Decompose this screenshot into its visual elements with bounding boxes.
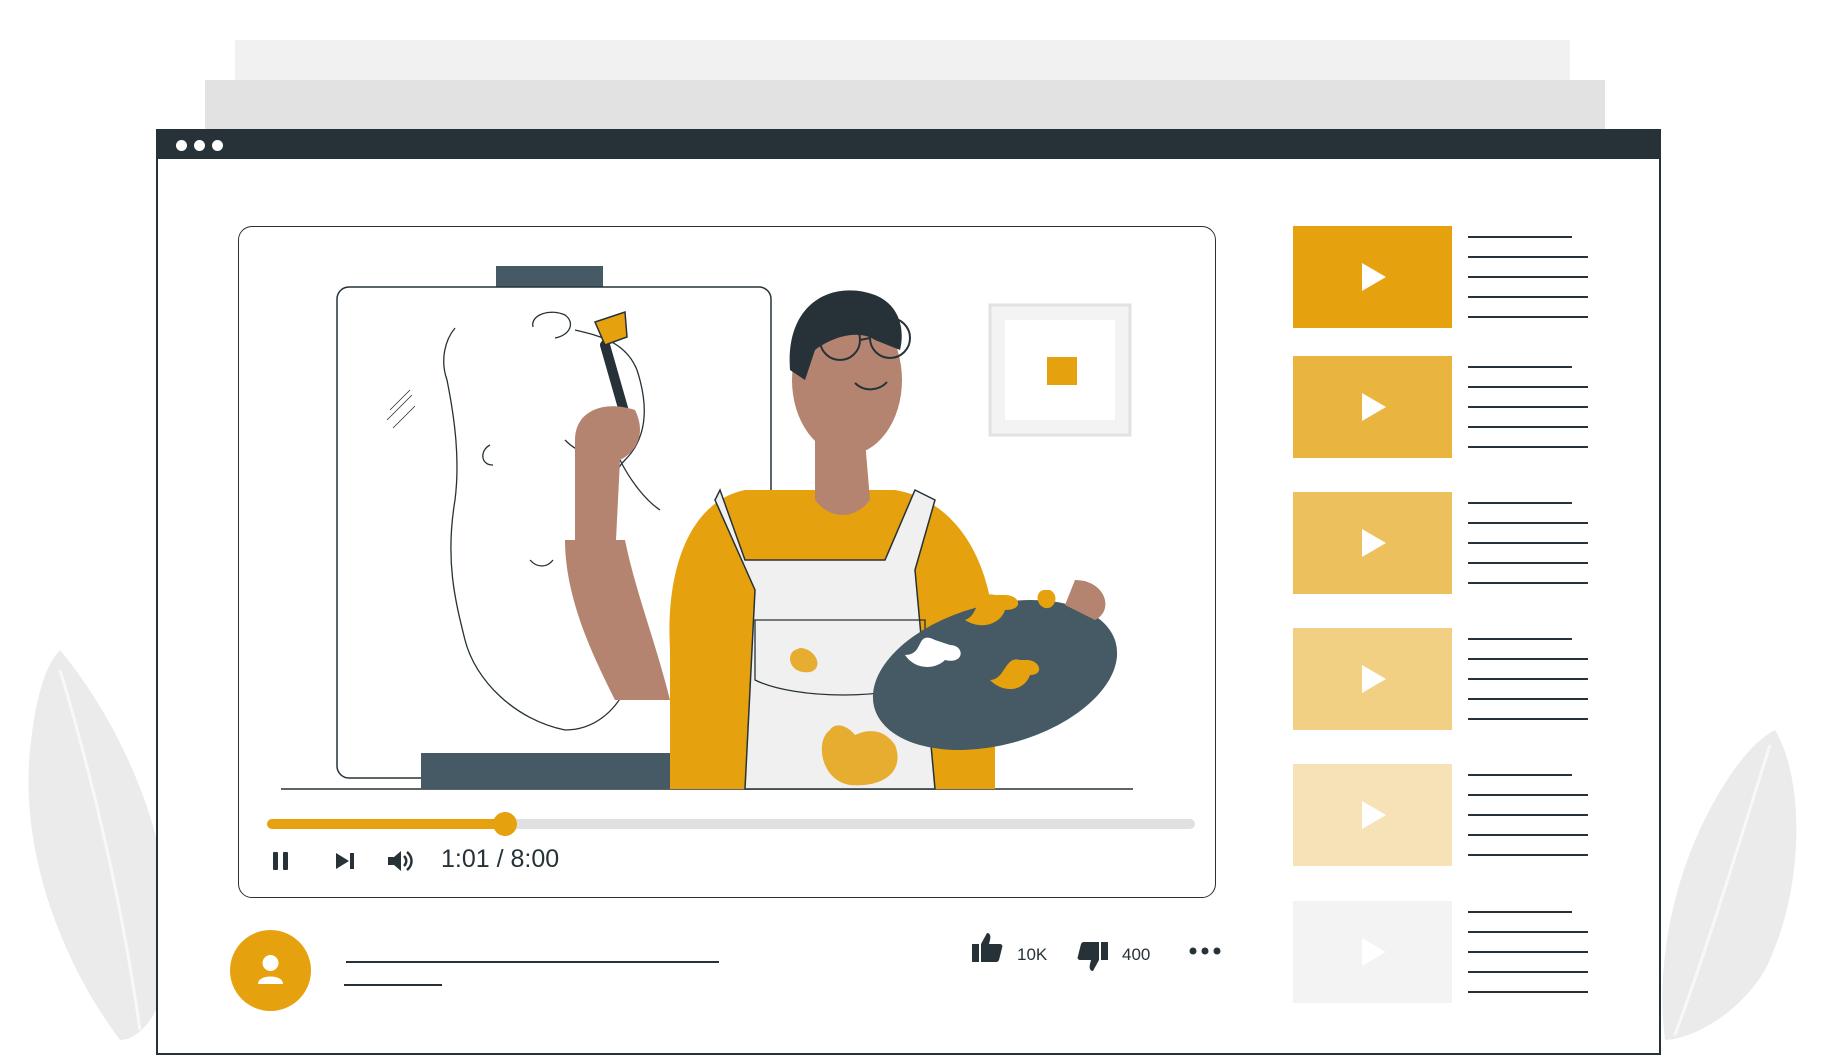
- thumbs-down-icon[interactable]: [1076, 940, 1110, 974]
- playlist-thumbnail[interactable]: [1293, 356, 1452, 458]
- playlist-item-text-line: [1468, 366, 1572, 368]
- playlist-item-text-line: [1468, 386, 1588, 388]
- playlist-item-text-line: [1468, 991, 1588, 993]
- playlist-item-text-line: [1468, 834, 1588, 836]
- playlist-item-text-line: [1468, 426, 1588, 428]
- playlist-item-text-line: [1468, 562, 1588, 564]
- window-dot[interactable]: [176, 140, 187, 151]
- playlist-item-text-line: [1468, 446, 1588, 448]
- like-count: 10K: [1017, 945, 1048, 964]
- playlist-thumbnail[interactable]: [1293, 628, 1452, 730]
- progress-scrubber[interactable]: [492, 812, 517, 836]
- playlist-item-text-line: [1468, 542, 1588, 544]
- skip-next-icon[interactable]: [330, 846, 360, 876]
- play-icon: [1361, 801, 1386, 829]
- playlist-item-text-line: [1468, 582, 1588, 584]
- playlist-item-text-line: [1468, 698, 1588, 700]
- background-window-back: [235, 40, 1570, 85]
- window-dot[interactable]: [212, 140, 223, 151]
- pause-icon[interactable]: [266, 846, 296, 876]
- more-horizontal-icon[interactable]: [1188, 946, 1222, 956]
- video-frame-illustration[interactable]: [275, 260, 1195, 790]
- play-icon: [1361, 665, 1386, 693]
- background-window-middle: [205, 80, 1605, 132]
- playlist-thumbnail[interactable]: [1293, 901, 1452, 1003]
- window-dot[interactable]: [194, 140, 205, 151]
- playlist-item-text-line: [1468, 911, 1572, 913]
- playlist-item-text-line: [1468, 774, 1572, 776]
- playlist-item-text-line: [1468, 971, 1588, 973]
- playlist-item-text-line: [1468, 951, 1588, 953]
- playlist-item-text-line: [1468, 718, 1588, 720]
- playlist-thumbnail[interactable]: [1293, 492, 1452, 594]
- playlist-item-text-line: [1468, 522, 1588, 524]
- play-icon: [1361, 393, 1386, 421]
- playlist-item-text-line: [1468, 406, 1588, 408]
- playback-time: 1:01 / 8:00: [441, 845, 560, 873]
- leaf-right-decoration: [1662, 730, 1797, 1040]
- play-icon: [1361, 529, 1386, 557]
- thumbs-up-icon[interactable]: [970, 930, 1004, 964]
- playlist-item-text-line: [1468, 931, 1588, 933]
- channel-avatar[interactable]: [230, 930, 311, 1011]
- dislike-count: 400: [1122, 945, 1151, 964]
- playlist-item-text-line: [1468, 638, 1572, 640]
- playlist-thumbnail[interactable]: [1293, 226, 1452, 328]
- playlist-item-text-line: [1468, 276, 1588, 278]
- volume-icon[interactable]: [385, 846, 415, 876]
- channel-name-placeholder: [344, 984, 442, 986]
- progress-fill: [267, 819, 505, 829]
- playlist-item-text-line: [1468, 316, 1588, 318]
- user-icon: [258, 955, 283, 984]
- playlist-item-text-line: [1468, 854, 1588, 856]
- window-title-bar: [158, 131, 1659, 159]
- playlist-item-text-line: [1468, 814, 1588, 816]
- playlist-item-text-line: [1468, 658, 1588, 660]
- playlist-item-text-line: [1468, 256, 1588, 258]
- playlist-item-text-line: [1468, 678, 1588, 680]
- play-icon: [1361, 938, 1386, 966]
- video-title-placeholder: [346, 961, 719, 963]
- playlist-item-text-line: [1468, 794, 1588, 796]
- playlist-item-text-line: [1468, 502, 1572, 504]
- playlist-thumbnail[interactable]: [1293, 764, 1452, 866]
- play-icon: [1361, 263, 1386, 291]
- playlist-item-text-line: [1468, 236, 1572, 238]
- playlist-item-text-line: [1468, 296, 1588, 298]
